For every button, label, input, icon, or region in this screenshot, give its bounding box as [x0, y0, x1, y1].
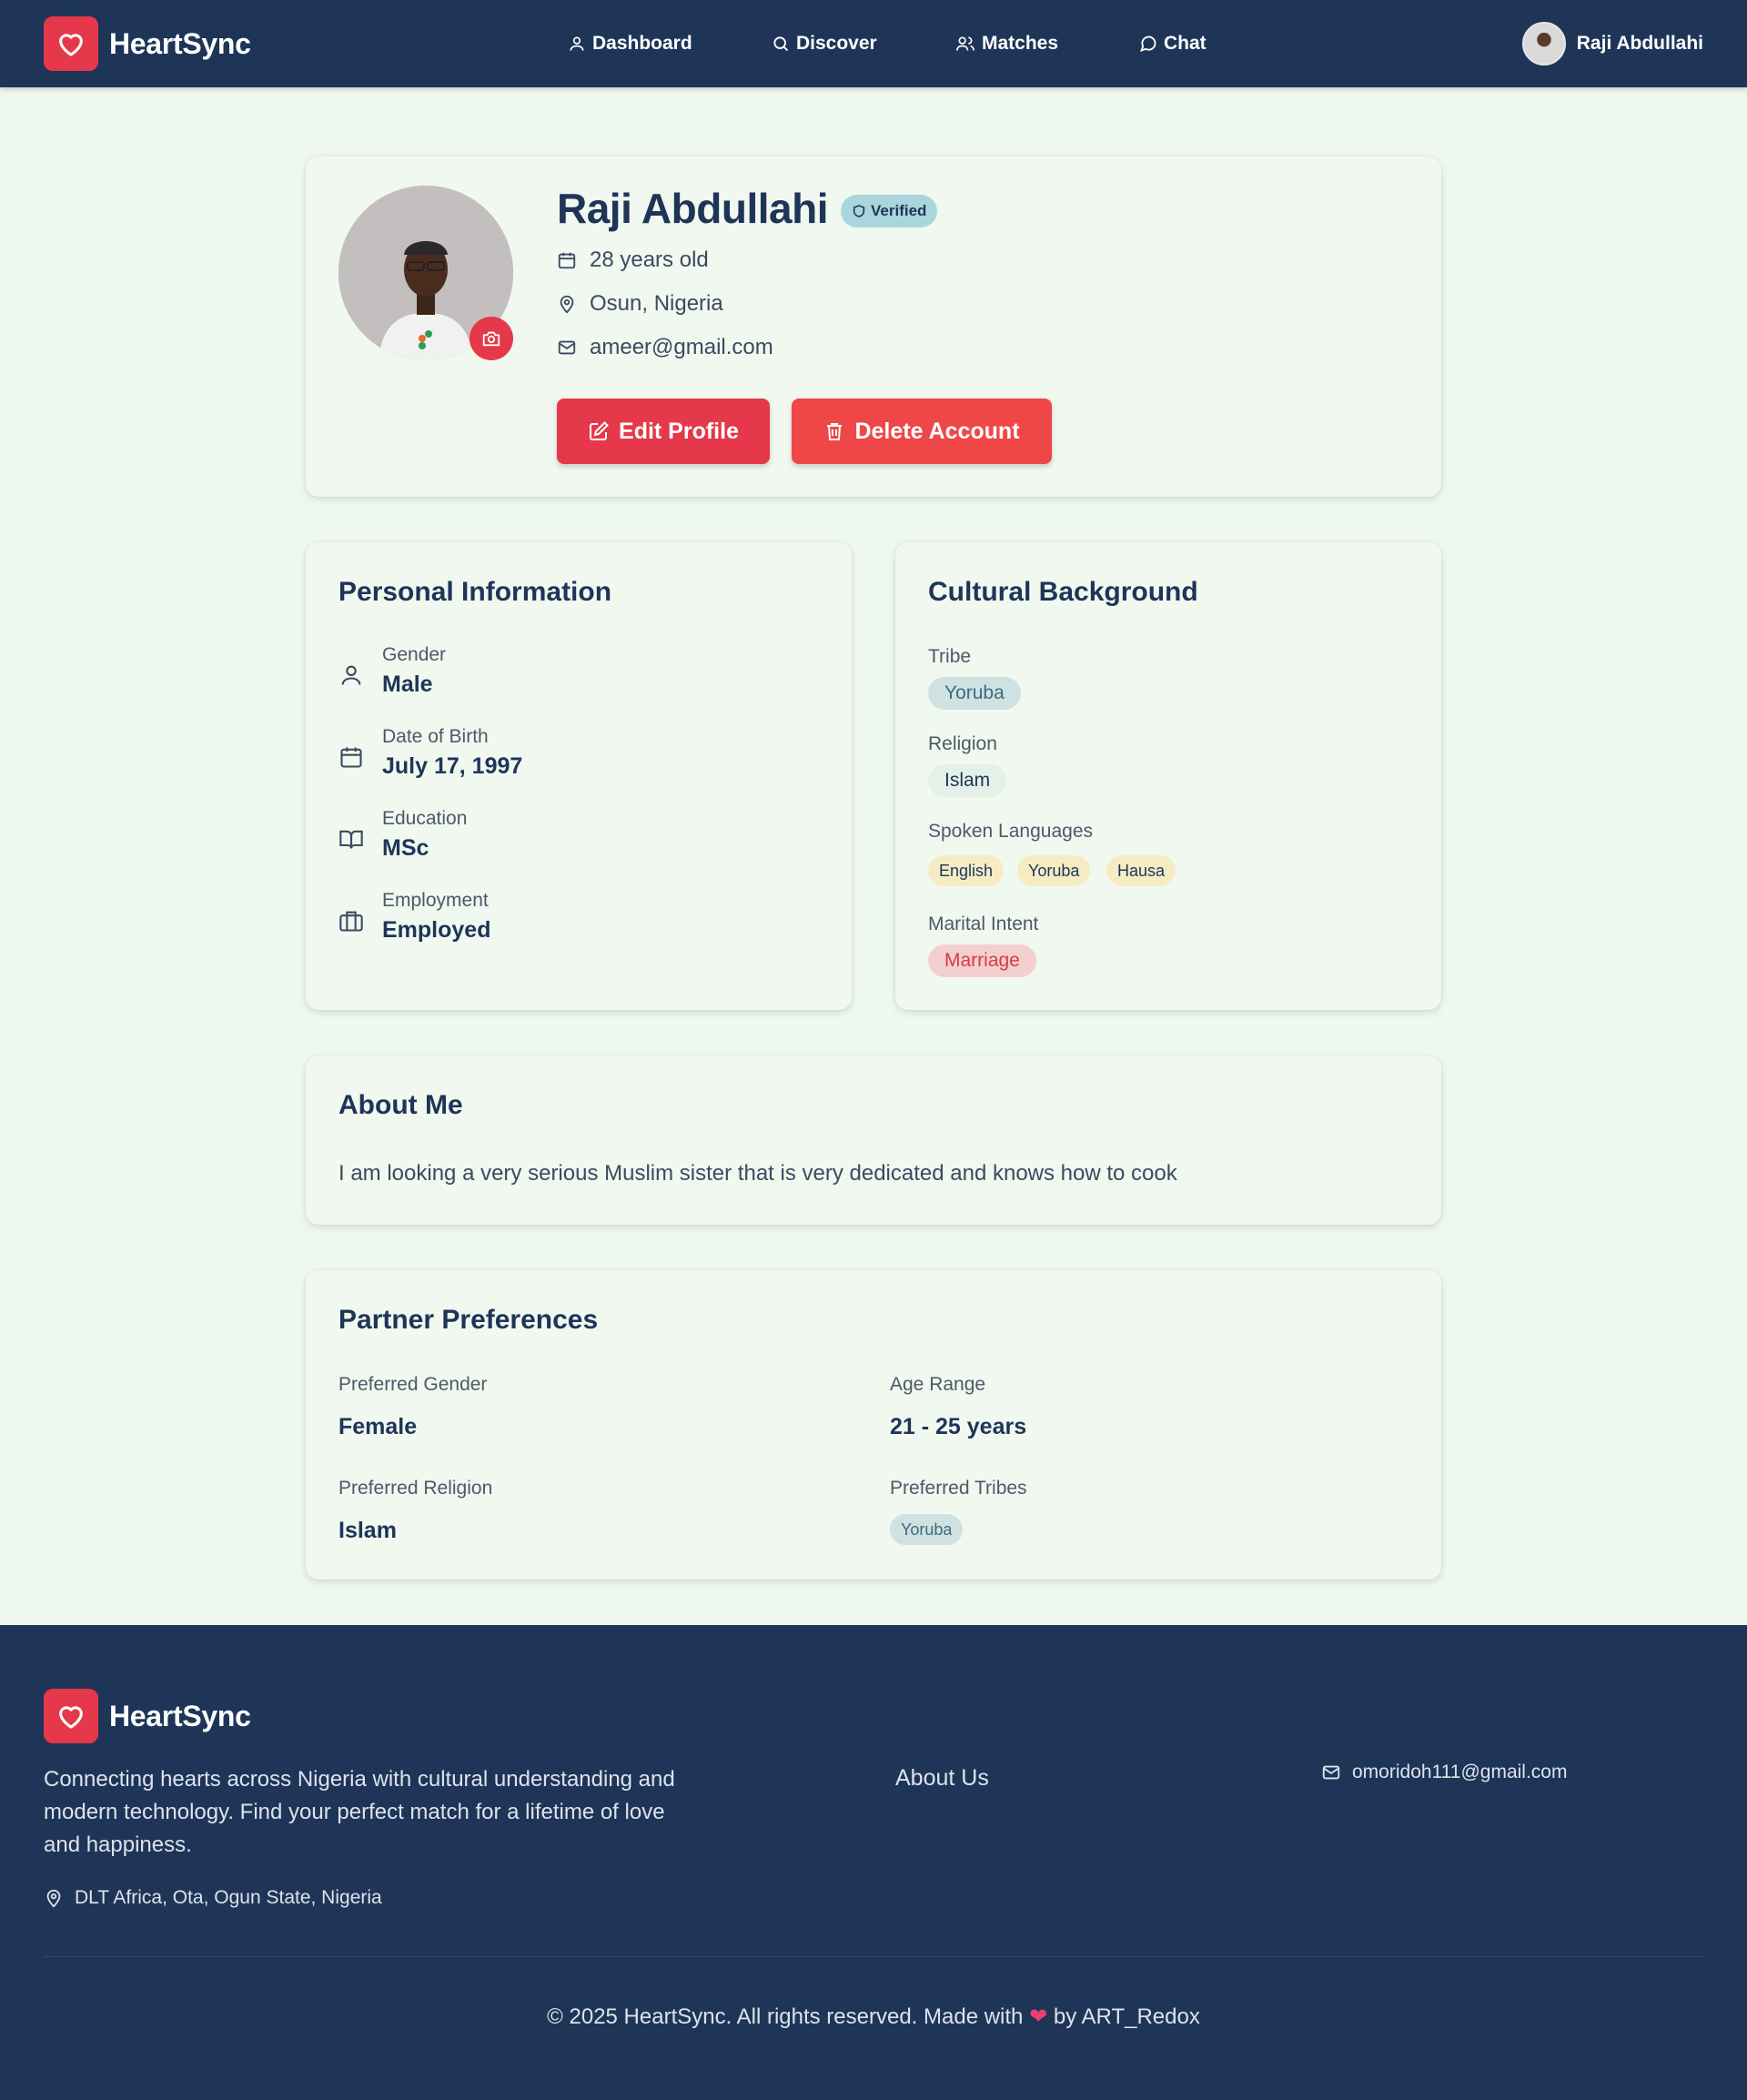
avatar: [1521, 22, 1566, 66]
top-navbar: HeartSync Dashboard Discover Matches Cha…: [0, 0, 1747, 87]
cultural-background-card: Cultural Background Tribe Yoruba Religio…: [895, 542, 1441, 1010]
preferred-religion-label: Preferred Religion: [338, 1478, 493, 1499]
gender-label: Gender: [382, 644, 447, 665]
age-range-label: Age Range: [890, 1374, 986, 1395]
heart-icon: ❤: [1029, 2004, 1048, 2029]
personal-info-title: Personal Information: [338, 577, 612, 607]
religion-pill: Islam: [928, 764, 1007, 797]
preferred-tribe-pill: Yoruba: [890, 1514, 964, 1545]
edit-profile-label: Edit Profile: [619, 418, 739, 444]
brand[interactable]: HeartSync: [44, 16, 251, 71]
partner-preferences-card: Partner Preferences Preferred Gender Fem…: [306, 1270, 1441, 1580]
nav-matches-label: Matches: [982, 33, 1059, 54]
nav-dashboard-label: Dashboard: [592, 33, 692, 54]
age-range-value: 21 - 25 years: [890, 1414, 1027, 1439]
footer-location-text: DLT Africa, Ota, Ogun State, Nigeria: [75, 1887, 382, 1908]
gender-value: Male: [382, 671, 433, 697]
change-photo-button[interactable]: [470, 317, 513, 360]
footer-email-text: omoridoh111@gmail.com: [1352, 1762, 1568, 1782]
dob-value: July 17, 1997: [382, 753, 523, 779]
delete-account-button[interactable]: Delete Account: [792, 399, 1052, 464]
map-pin-icon: [46, 1889, 61, 1908]
profile-name: Raji Abdullahi: [557, 185, 828, 232]
brand-name: HeartSync: [109, 26, 251, 60]
religion-label: Religion: [928, 733, 997, 754]
preferred-religion-value: Islam: [338, 1518, 397, 1543]
verified-label: Verified: [871, 202, 927, 219]
delete-account-label: Delete Account: [854, 418, 1020, 444]
marital-intent-pill: Marriage: [928, 944, 1036, 977]
about-me-text: I am looking a very serious Muslim siste…: [338, 1161, 1177, 1186]
location-line: Osun, Nigeria: [557, 291, 723, 317]
trash-icon: [827, 423, 843, 440]
tribe-label: Tribe: [928, 646, 972, 667]
tribe-pill: Yoruba: [928, 677, 1021, 710]
user-icon: [570, 36, 584, 51]
copyright-author: by ART_Redox: [1053, 2004, 1200, 2029]
calendar-icon: [558, 252, 576, 269]
preferred-gender-value: Female: [338, 1414, 418, 1439]
about-me-title: About Me: [338, 1090, 463, 1120]
nav-matches[interactable]: Matches: [955, 0, 1058, 87]
verified-badge: Verified: [841, 195, 938, 227]
nav-discover-label: Discover: [796, 33, 877, 54]
book-open-icon: [339, 830, 363, 849]
about-me-card: About Me I am looking a very serious Mus…: [306, 1055, 1441, 1225]
search-icon: [773, 36, 789, 52]
about-us-link[interactable]: About Us: [895, 1765, 989, 1792]
language-pill: English: [928, 855, 1005, 886]
copyright-text: © 2025 HeartSync. All rights reserved. M…: [547, 2004, 1024, 2029]
location-text: Osun, Nigeria: [590, 291, 723, 316]
employment-label: Employment: [382, 890, 489, 911]
mail-icon: [558, 340, 576, 355]
footer-description: Connecting hearts across Nigeria with cu…: [44, 1767, 675, 1857]
education-label: Education: [382, 808, 468, 829]
dob-label: Date of Birth: [382, 726, 489, 747]
employment-value: Employed: [382, 917, 491, 943]
email-line: ameer@gmail.com: [557, 335, 773, 360]
education-value: MSc: [382, 835, 429, 861]
camera-icon: [482, 331, 500, 347]
age-text: 28 years old: [590, 247, 709, 272]
briefcase-icon: [339, 911, 363, 932]
edit-profile-button[interactable]: Edit Profile: [557, 399, 770, 464]
footer-location: DLT Africa, Ota, Ogun State, Nigeria: [44, 1887, 382, 1909]
preferred-gender-label: Preferred Gender: [338, 1374, 488, 1395]
nav-discover[interactable]: Discover: [772, 0, 877, 87]
email-text: ameer@gmail.com: [590, 335, 773, 359]
preferred-tribes-label: Preferred Tribes: [890, 1478, 1027, 1499]
languages-label: Spoken Languages: [928, 821, 1093, 842]
shield-icon: [853, 205, 865, 217]
users-icon: [956, 36, 974, 51]
user-menu[interactable]: Raji Abdullahi: [1521, 22, 1703, 66]
age-line: 28 years old: [557, 247, 709, 273]
personal-info-card: Personal Information Gender Male Date of…: [306, 542, 852, 1010]
copyright: © 2025 HeartSync. All rights reserved. M…: [0, 2004, 1747, 2030]
message-circle-icon: [1139, 35, 1156, 53]
footer-brand-name: HeartSync: [109, 1699, 251, 1732]
language-pill: Yoruba: [1017, 855, 1091, 886]
footer-brand[interactable]: HeartSync: [44, 1689, 251, 1743]
footer-divider: [44, 1956, 1703, 1957]
map-pin-icon: [560, 295, 574, 314]
nav-chat[interactable]: Chat: [1139, 0, 1207, 87]
marital-intent-label: Marital Intent: [928, 914, 1039, 934]
footer-email[interactable]: omoridoh111@gmail.com: [1321, 1762, 1567, 1783]
cultural-background-title: Cultural Background: [928, 577, 1198, 607]
mail-icon: [1322, 1765, 1340, 1780]
heart-logo-icon: [44, 1689, 98, 1743]
nav-dashboard[interactable]: Dashboard: [568, 0, 692, 87]
edit-icon: [590, 421, 609, 440]
partner-preferences-title: Partner Preferences: [338, 1305, 599, 1335]
user-name: Raji Abdullahi: [1576, 33, 1703, 54]
footer: HeartSync Connecting hearts across Niger…: [0, 1625, 1747, 2100]
nav-chat-label: Chat: [1164, 33, 1207, 54]
language-pill: Hausa: [1106, 855, 1176, 886]
profile-card: Raji Abdullahi Verified 28 years old Osu…: [306, 156, 1441, 497]
user-icon: [341, 665, 361, 685]
calendar-icon: [340, 747, 362, 768]
heart-logo-icon: [44, 16, 98, 71]
